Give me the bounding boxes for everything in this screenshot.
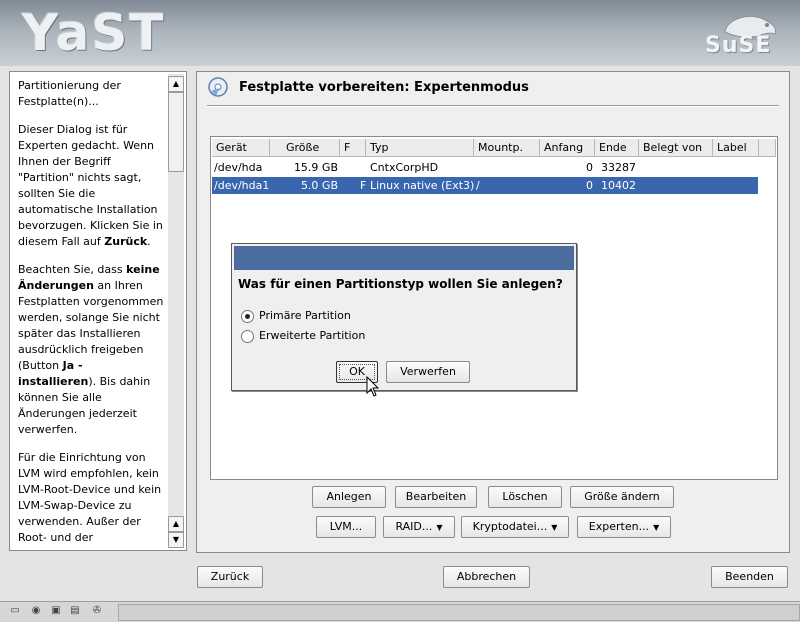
cell-start: 0 <box>586 179 593 192</box>
discard-button[interactable]: Verwerfen <box>386 361 470 383</box>
title-divider <box>207 105 779 107</box>
cell-size: 5.0 GB <box>300 179 338 192</box>
cell-start: 0 <box>586 161 593 174</box>
network-icon[interactable]: ◉ <box>30 605 42 617</box>
column-header-filler <box>759 139 776 157</box>
column-header-start[interactable]: Anfang <box>540 139 595 157</box>
column-header-used-by[interactable]: Belegt von <box>639 139 713 157</box>
cell-mountpoint: / <box>476 179 480 192</box>
help-text: Partitionierung der Festplatte(n)... Die… <box>18 78 164 546</box>
radio-button[interactable] <box>241 330 254 343</box>
column-header-mountpoint[interactable]: Mountp. <box>474 139 540 157</box>
help-scrollbar[interactable]: ▲ ▲ ▼ <box>168 74 184 548</box>
dropdown-arrow-icon: ▼ <box>551 523 558 532</box>
dialog-titlebar[interactable] <box>234 246 574 270</box>
cell-size: 15.9 GB <box>293 161 338 174</box>
cell-type: Linux native (Ext3) <box>370 179 475 192</box>
help-paragraph: Beachten Sie, dass keine Änderungen an I… <box>18 263 164 436</box>
cell-flag: F <box>360 179 367 192</box>
dialog-question: Was für einen Partitionstyp wollen Sie a… <box>238 277 563 291</box>
column-header-type[interactable]: Typ <box>366 139 474 157</box>
harddisk-icon <box>208 77 228 97</box>
header-banner: YaST SuSE <box>0 0 800 66</box>
delete-button[interactable]: Löschen <box>488 486 562 508</box>
help-paragraph: Dieser Dialog ist für Experten gedacht. … <box>18 123 163 248</box>
create-button[interactable]: Anlegen <box>312 486 386 508</box>
help-panel: Partitionierung der Festplatte(n)... Die… <box>9 71 187 551</box>
folder-icon[interactable]: ▤ <box>69 605 81 617</box>
help-paragraph: Für die Einrichtung von LVM wird empfohl… <box>18 451 162 544</box>
abort-button[interactable]: Abbrechen <box>443 566 530 588</box>
cell-device: /dev/hda1 <box>214 179 270 192</box>
taskbar: ▭ ◉ ▣ ▤ ✇ <box>0 601 800 622</box>
column-header-flag[interactable]: F <box>340 139 366 157</box>
table-row[interactable]: /dev/hda 15.9 GB CntxCorpHD 0 33287 <box>212 159 758 176</box>
dropdown-arrow-icon: ▼ <box>653 523 660 532</box>
back-button[interactable]: Zurück <box>197 566 263 588</box>
yast-logo: YaST <box>22 4 166 62</box>
dropdown-arrow-icon: ▼ <box>436 523 443 532</box>
finish-button[interactable]: Beenden <box>711 566 788 588</box>
scroll-thumb[interactable] <box>168 92 184 172</box>
column-header-end[interactable]: Ende <box>595 139 639 157</box>
scroll-up-icon[interactable]: ▲ <box>168 516 184 532</box>
scroll-down-icon[interactable]: ▼ <box>168 532 184 548</box>
radio-label: Primäre Partition <box>259 309 351 322</box>
suse-logo: SuSE <box>705 33 772 58</box>
cryptofile-dropdown[interactable]: Kryptodatei... ▼ <box>461 516 569 538</box>
mouse-cursor-icon <box>366 376 380 397</box>
disk-icon[interactable]: ▣ <box>50 605 62 617</box>
help-paragraph: Partitionierung der Festplatte(n)... <box>18 79 121 108</box>
cell-end: 33287 <box>601 161 636 174</box>
cell-end: 10402 <box>601 179 636 192</box>
resize-button[interactable]: Größe ändern <box>570 486 674 508</box>
radio-label: Erweiterte Partition <box>259 329 366 342</box>
column-header-label[interactable]: Label <box>713 139 759 157</box>
page-title: Festplatte vorbereiten: Expertenmodus <box>239 80 529 95</box>
table-row-selected[interactable]: /dev/hda1 5.0 GB F Linux native (Ext3) /… <box>212 177 758 194</box>
cell-type: CntxCorpHD <box>370 161 439 174</box>
drive-icon[interactable]: ▭ <box>9 605 21 617</box>
column-header-size[interactable]: Größe <box>270 139 340 157</box>
edit-button[interactable]: Bearbeiten <box>395 486 477 508</box>
expert-dropdown[interactable]: Experten... ▼ <box>577 516 671 538</box>
raid-dropdown[interactable]: RAID... ▼ <box>383 516 455 538</box>
cell-device: /dev/hda <box>214 161 263 174</box>
scroll-up-icon[interactable]: ▲ <box>168 76 184 92</box>
table-header: Gerät Größe F Typ Mountp. Anfang Ende Be… <box>212 139 778 157</box>
radio-button[interactable] <box>241 310 254 323</box>
tools-icon[interactable]: ✇ <box>91 605 103 617</box>
column-header-device[interactable]: Gerät <box>212 139 270 157</box>
lvm-button[interactable]: LVM... <box>316 516 376 538</box>
taskbar-area[interactable] <box>118 604 800 621</box>
partition-type-dialog: Was für einen Partitionstyp wollen Sie a… <box>231 243 577 391</box>
